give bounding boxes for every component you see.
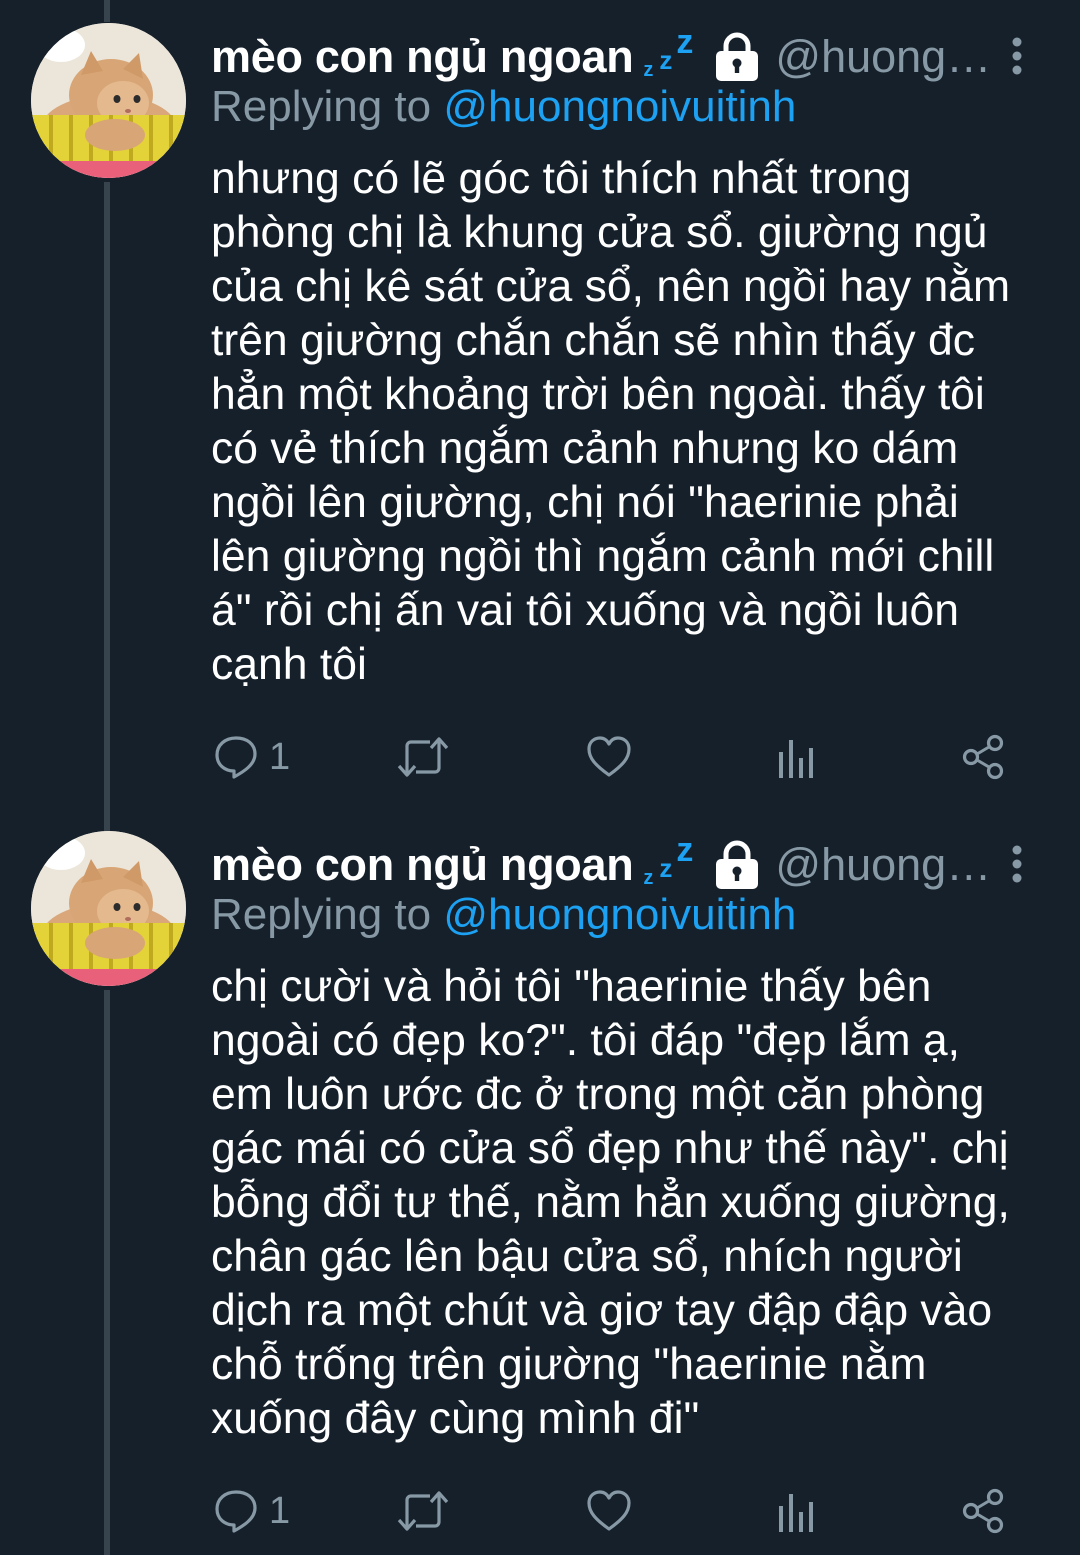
- retweet-button[interactable]: [396, 727, 450, 787]
- more-icon[interactable]: [1006, 844, 1028, 884]
- like-icon: [587, 1490, 631, 1531]
- tweet[interactable]: mèo con ngủ ngoan z z z @huongn... Reply…: [0, 808, 1080, 1555]
- zzz-letter: z: [643, 867, 654, 889]
- reply-count: 1: [269, 735, 291, 778]
- reply-count: 1: [269, 1489, 291, 1532]
- analytics-icon: [779, 740, 813, 778]
- analytics-icon: [779, 1494, 813, 1532]
- tweet-text: chị cười và hỏi tôi "haerinie thấy bên n…: [211, 962, 1010, 1443]
- replying-to-line: Replying to @huongnoivuitinh: [211, 890, 796, 940]
- reply-icon: [215, 736, 257, 779]
- retweet-icon: [397, 1491, 449, 1531]
- sleeping-zzz-emoji: z z z: [643, 23, 703, 85]
- like-icon: [587, 736, 631, 777]
- tweet[interactable]: mèo con ngủ ngoan z z z @huongn... Reply…: [0, 0, 1080, 808]
- display-name[interactable]: mèo con ngủ ngoan: [211, 31, 634, 83]
- tweet-text: nhưng có lẽ góc tôi thích nhất trong phò…: [211, 154, 1011, 689]
- zzz-letter: z: [659, 45, 673, 75]
- like-button[interactable]: [585, 727, 633, 787]
- avatar[interactable]: [31, 831, 186, 986]
- share-button[interactable]: [960, 1481, 1006, 1541]
- cat-in-basket-image: [31, 831, 186, 986]
- more-icon[interactable]: [1006, 36, 1028, 76]
- zzz-letter: z: [676, 831, 694, 869]
- tweet-header: mèo con ngủ ngoan z z z @huongn...: [211, 23, 1041, 88]
- tweet-actions: 1: [0, 1481, 1080, 1541]
- share-icon: [962, 1488, 1004, 1534]
- cat-in-basket-image: [31, 23, 186, 178]
- reply-button[interactable]: 1: [213, 1481, 290, 1541]
- zzz-letter: z: [676, 23, 694, 61]
- mention-link[interactable]: @huongnoivuitinh: [443, 890, 796, 939]
- replying-label: Replying to: [211, 82, 432, 131]
- share-icon: [962, 734, 1004, 780]
- analytics-button[interactable]: [777, 1481, 817, 1541]
- zzz-letter: z: [659, 853, 673, 883]
- replying-label: Replying to: [211, 890, 432, 939]
- mention-link[interactable]: @huongnoivuitinh: [443, 82, 796, 131]
- replying-to-line: Replying to @huongnoivuitinh: [211, 82, 796, 132]
- zzz-letter: z: [643, 59, 654, 81]
- tweet-actions: 1: [0, 727, 1080, 787]
- share-button[interactable]: [960, 727, 1006, 787]
- sleeping-zzz-emoji: z z z: [643, 831, 703, 893]
- tweet-header: mèo con ngủ ngoan z z z @huongn...: [211, 831, 1041, 896]
- reply-button[interactable]: 1: [213, 727, 290, 787]
- retweet-icon: [397, 737, 449, 777]
- user-handle[interactable]: @huongn...: [775, 31, 1007, 83]
- reply-icon: [215, 1490, 257, 1533]
- retweet-button[interactable]: [396, 1481, 450, 1541]
- like-button[interactable]: [585, 1481, 633, 1541]
- lock-icon: [713, 839, 761, 891]
- display-name[interactable]: mèo con ngủ ngoan: [211, 839, 634, 891]
- analytics-button[interactable]: [777, 727, 817, 787]
- avatar[interactable]: [31, 23, 186, 178]
- user-handle[interactable]: @huongn...: [775, 839, 1007, 891]
- lock-icon: [713, 31, 761, 83]
